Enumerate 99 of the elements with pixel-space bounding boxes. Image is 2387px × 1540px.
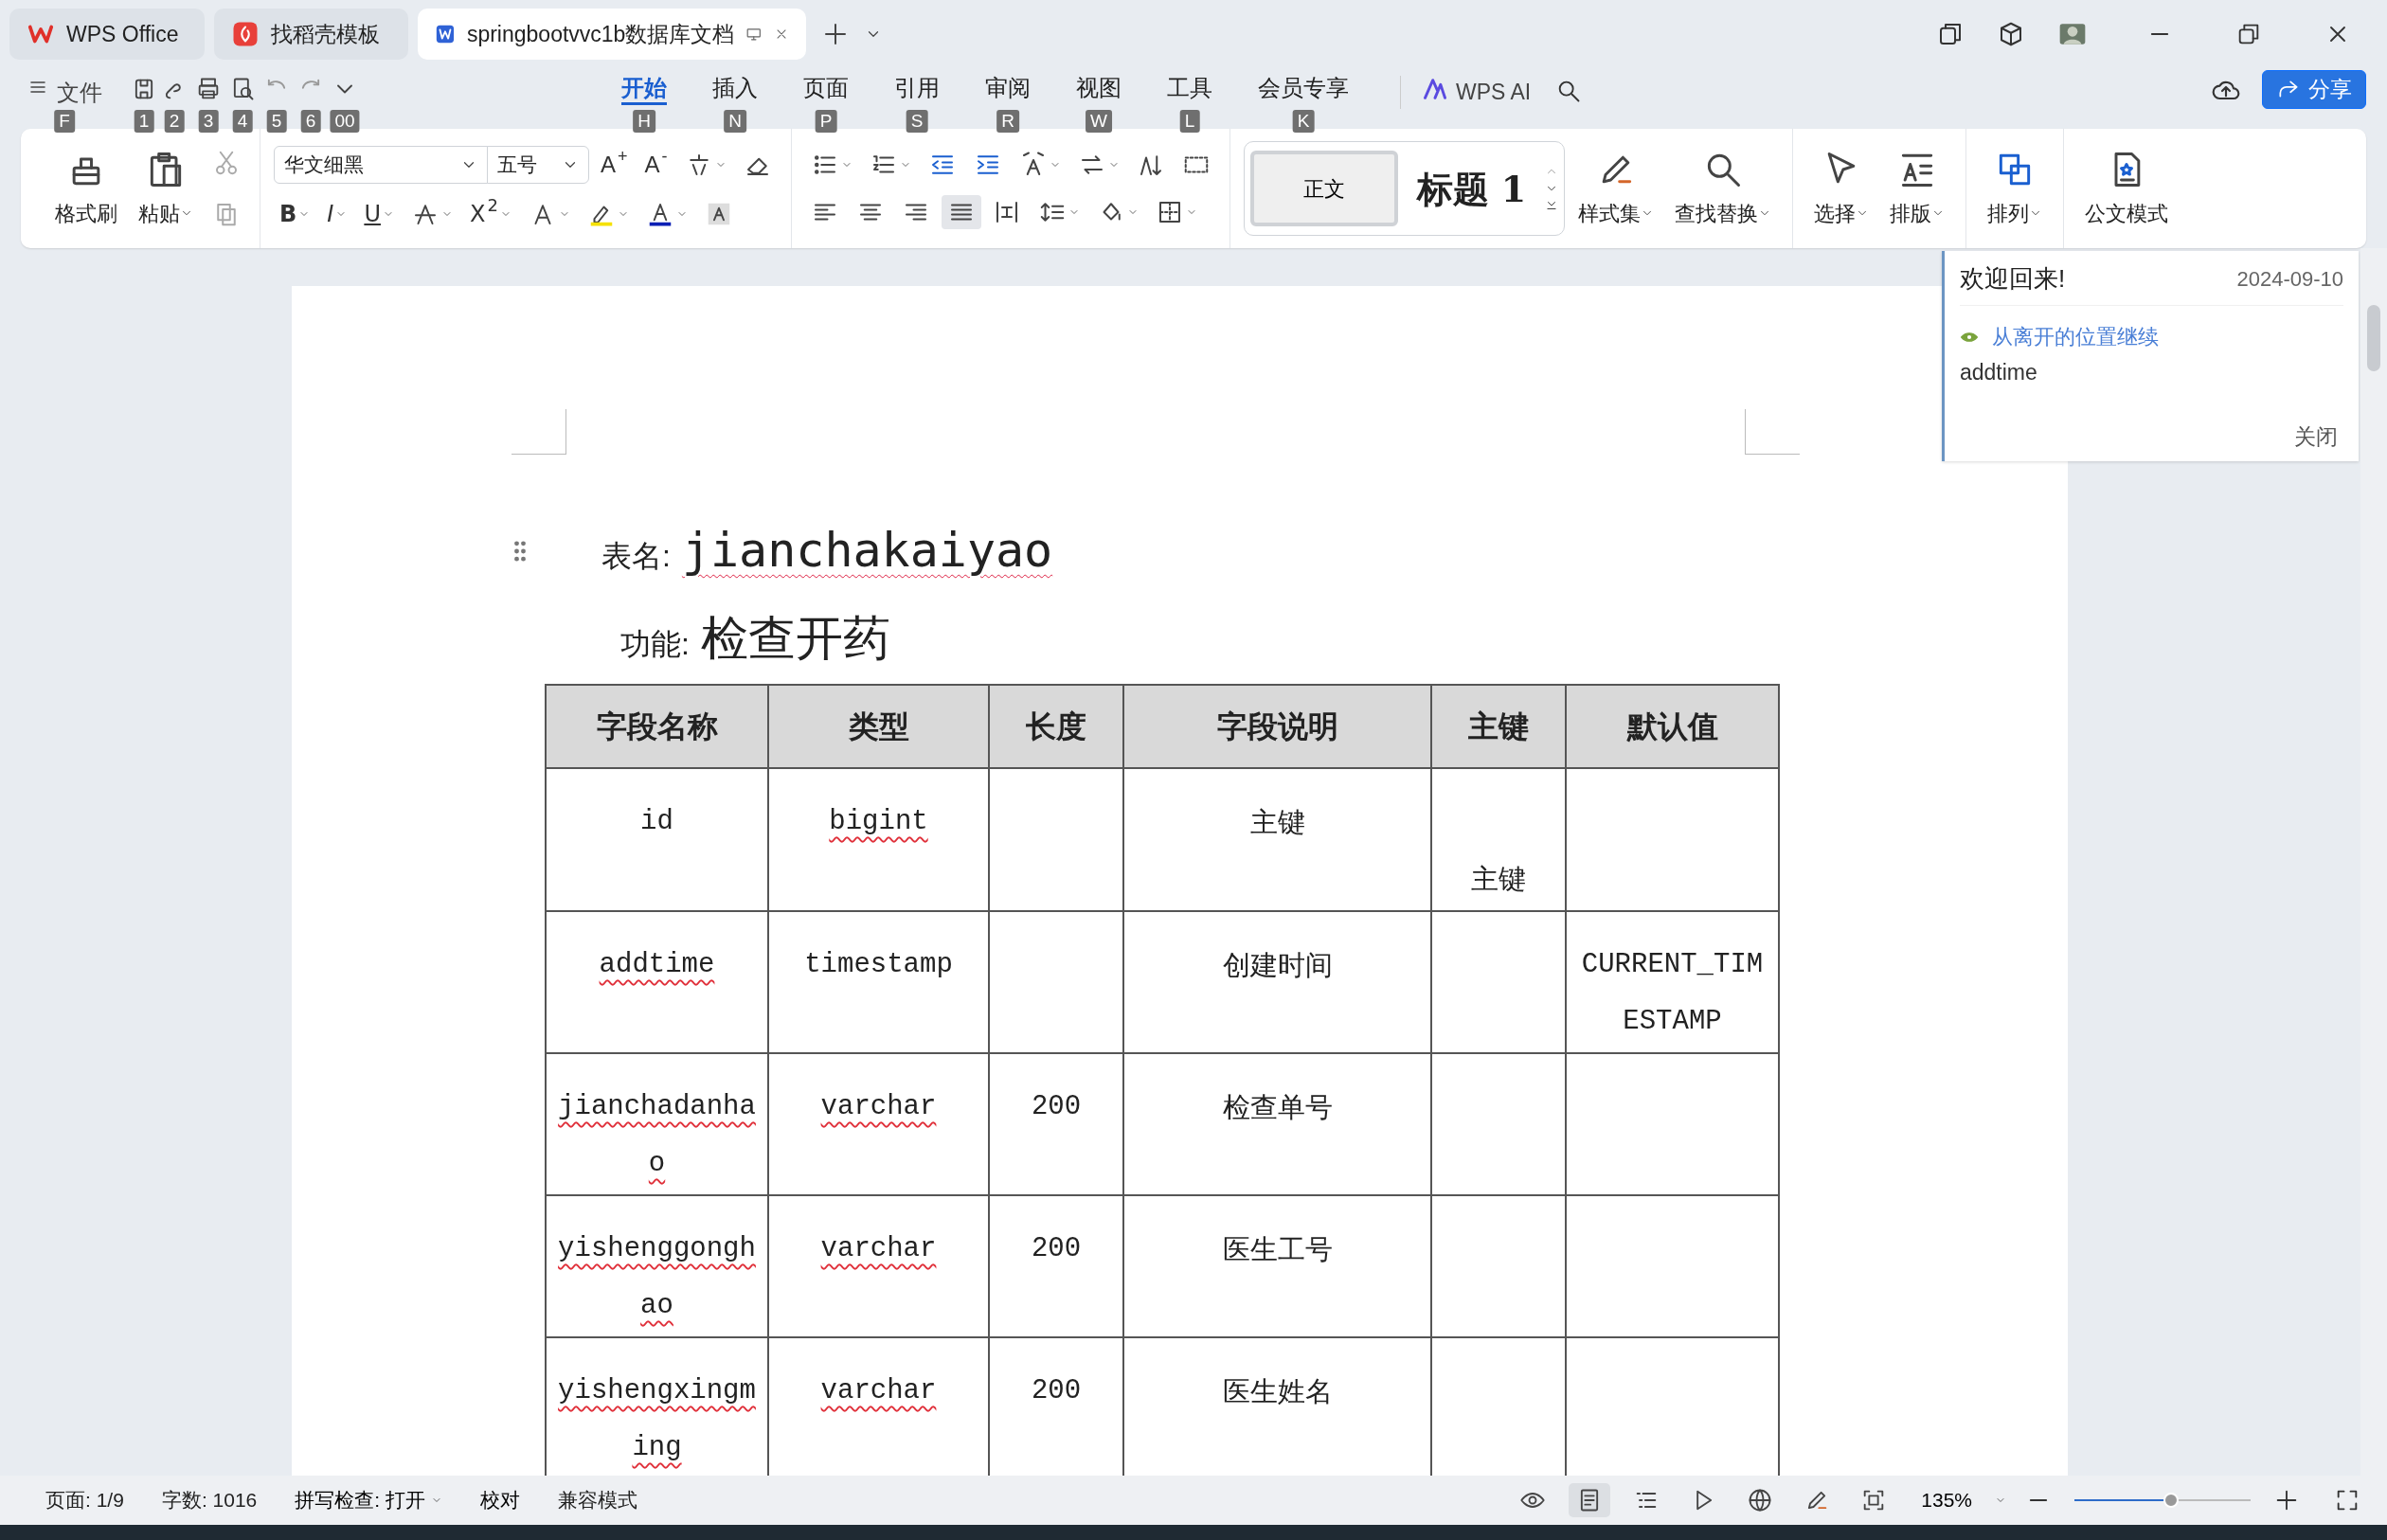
shrink-font-button[interactable]: A$^{-}$ [638,148,673,182]
shortcut-key-badge: N [724,110,746,133]
arrange-button[interactable]: 排列 [1980,144,2051,233]
table-cell: varchar [820,1091,937,1122]
shortcut-key-badge: 6 [300,110,321,133]
ribbon-tab[interactable]: 开始 [621,76,667,105]
ribbon-tab[interactable]: 视图 [1076,76,1122,102]
ribbon-tab[interactable]: 插入 [712,76,758,102]
crop-mark [1745,409,1800,455]
table-cell: jianchadanhao [558,1091,756,1179]
shortcut-key-badge: 5 [266,110,287,133]
table-cell: yishengxingming [558,1375,756,1463]
italic-button[interactable]: I [321,197,353,231]
shortcut-key-badge: 1 [134,110,154,133]
scroll-thumb[interactable] [2367,305,2380,371]
document-tab[interactable]: WPS Office [9,9,205,60]
shortcut-key-badge: R [996,110,1019,133]
share-button[interactable]: 分享 [2262,70,2366,109]
word-count: 字数: 1016 [160,1488,259,1513]
table-cell: 200 [1031,1375,1082,1406]
table-cell: varchar [820,1233,937,1264]
shortcut-key-badge: 3 [198,110,219,133]
docer-logo-icon [231,20,260,48]
crop-mark [512,409,566,455]
column-header: 主键 [1431,685,1566,768]
column-header: 长度 [989,685,1123,768]
ribbon-tab[interactable]: 审阅 [985,76,1031,102]
ribbon-tab[interactable]: 页面 [803,76,849,102]
zoom-dropdown[interactable]: 135% [1902,1485,2025,1515]
superscript-button[interactable]: X$^{2}$ [463,197,517,231]
slider-thumb[interactable] [2163,1493,2180,1508]
official-mode-button[interactable]: 公文模式 [2077,144,2177,233]
page-count: 页面: 1/9 [45,1488,125,1513]
bold-button[interactable]: B [274,197,316,231]
compat-mode-label: 兼容模式 [556,1488,638,1513]
style-normal[interactable]: 正文 [1249,151,1398,226]
shortcut-key-badge: K [1292,110,1315,133]
find-replace-button[interactable]: 查找替换 [1667,144,1780,233]
shortcut-key-badge: 2 [164,110,185,133]
shortcut-key-badge: W [1086,110,1112,133]
notice-detail: addtime [1960,359,2038,386]
function-label: 功能: [620,626,690,663]
shortcut-key-badge: 4 [232,110,253,133]
shortcut-key-badge: H [633,110,655,133]
table-cell: CURRENT_TIMESTAMP [1581,949,1764,1037]
shortcut-key-badge: S [906,110,928,133]
notice-title: 欢迎回来! [1960,263,2066,295]
column-header: 字段名称 [546,685,768,768]
table-cell: 创建时间 [1222,949,1333,981]
table-cell: 医生姓名 [1222,1375,1333,1407]
table-cell: id [640,806,673,837]
table-name-label: 表名: [601,538,671,575]
font-dropdown[interactable]: 华文细黑 [274,146,488,184]
grow-font-button[interactable]: A$^{+}$ [595,148,634,182]
notice-date: 2024-09-10 [2236,266,2343,293]
proofread-button[interactable]: 校对 [460,1485,539,1515]
close-button[interactable]: 关闭 [2288,419,2343,454]
shortcut-key-badge: P [815,110,837,133]
resume-link[interactable]: 从离开的位置继续 [1992,321,2159,352]
page-view-button[interactable] [1569,1483,1611,1517]
shortcut-key-badge: 00 [330,110,360,133]
justify-button[interactable] [941,195,981,229]
ribbon-tab[interactable]: 引用 [894,76,940,102]
style-set-button[interactable]: 样式集 [1570,144,1662,233]
column-header: 字段说明 [1123,685,1431,768]
table-cell: addtime [599,949,715,980]
underline-button[interactable]: U [358,197,400,231]
function-name: 检查开药 [700,611,890,667]
table-name: jianchakaiyao [681,522,1053,580]
table-cell: 主键 [1249,806,1305,838]
paste-button[interactable]: 粘贴 [131,144,201,233]
column-header: 类型 [768,685,989,768]
format-painter-button[interactable]: 格式刷 [47,144,125,233]
style-heading[interactable]: 标题 1 [1416,161,1527,216]
table-cell: yishenggonghao [558,1233,756,1321]
select-button[interactable]: 选择 [1806,144,1877,233]
ribbon-tab[interactable]: 会员专享 [1258,76,1349,102]
shortcut-key-badge: F [54,110,75,133]
shortcut-key-badge: L [1179,110,1200,133]
column-header: 默认值 [1566,685,1779,768]
document-tab[interactable]: springbootvvc1b数据库文档 [418,9,806,60]
document-tab[interactable]: 找稻壳模板 [214,9,408,60]
table-cell: 医生工号 [1222,1233,1333,1265]
table-cell: 检查单号 [1222,1091,1333,1123]
scrollbar[interactable] [2360,248,2387,1476]
table-cell: varchar [820,1375,937,1406]
font-size-dropdown[interactable]: 五号 [487,146,589,184]
ribbon-tab[interactable]: 工具 [1167,76,1212,102]
table-cell: 200 [1031,1091,1082,1122]
spell-check-toggle[interactable]: 拼写检查: 打开 [276,1485,461,1515]
wps-ai-button[interactable]: WPS AI [1400,76,1537,109]
table-cell: 200 [1031,1233,1082,1264]
ai-logo-icon [1422,76,1448,102]
table-cell: 主键 [1471,863,1526,895]
table-cell: bigint [829,806,928,837]
file-menu[interactable]: 文件 [21,76,108,110]
layout-button[interactable]: 排版 [1882,144,1953,233]
expand-icon[interactable] [1545,199,1559,212]
table-cell: timestamp [804,949,953,980]
